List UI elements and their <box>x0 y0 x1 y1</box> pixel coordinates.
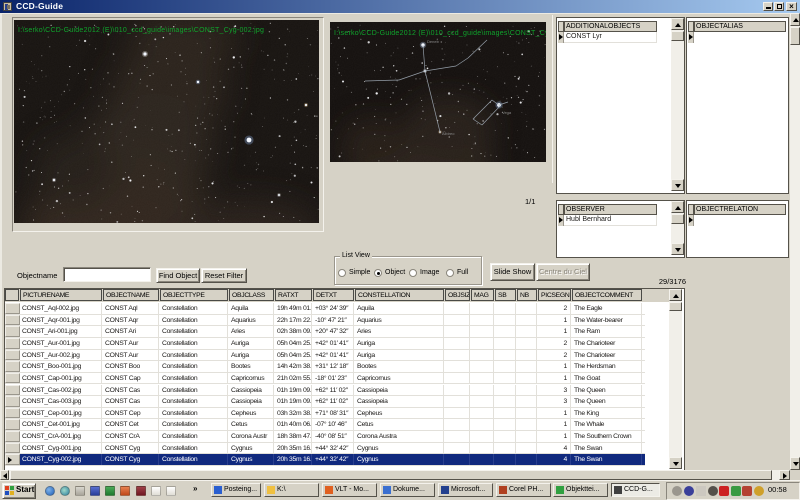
svg-text:I:\serko\CCD-Guide2012 (E)\010: I:\serko\CCD-Guide2012 (E)\010_ccd_guide… <box>334 30 546 37</box>
svg-text:Deneb: Deneb <box>427 39 440 44</box>
svg-text:Vega: Vega <box>502 110 512 115</box>
svg-text:I:\serko\CCD-Guide2012 (E)\010: I:\serko\CCD-Guide2012 (E)\010_ccd_guide… <box>18 27 264 34</box>
svg-text:Albireo: Albireo <box>442 131 455 136</box>
